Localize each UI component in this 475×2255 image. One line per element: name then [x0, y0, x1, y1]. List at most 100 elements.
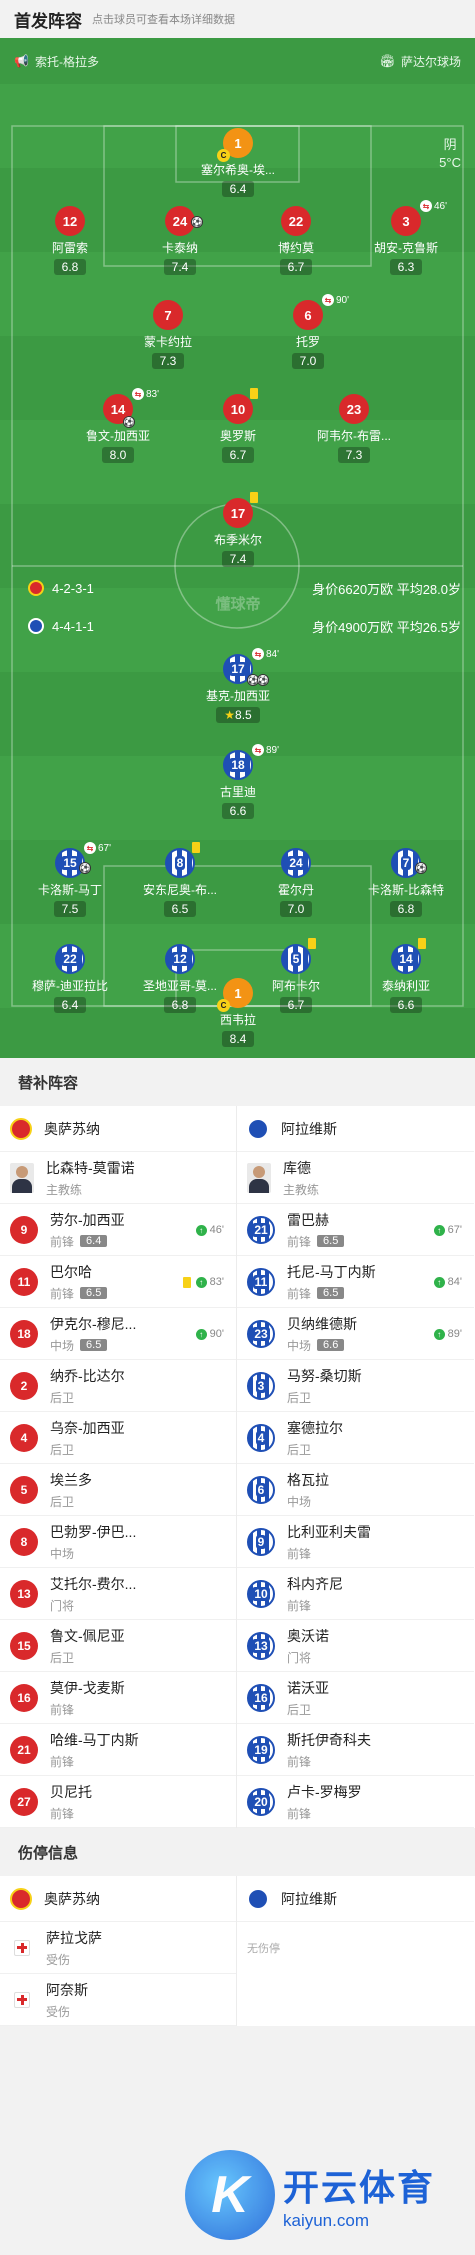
captain-badge: C [217, 149, 230, 162]
home-player[interactable]: 22 博约莫 6.7 [248, 206, 344, 276]
sub-player-row[interactable]: 18 伊克尔-穆尼... 中场 6.5 ↑ 90' [0, 1308, 236, 1360]
player-position: 前锋 [287, 1234, 312, 1249]
sub-player-row[interactable]: 9 比利亚利夫雷 前锋 [237, 1516, 474, 1568]
alaves-crest-icon [247, 1887, 269, 1910]
sub-player-row[interactable]: 16 诺沃亚 后卫 [237, 1672, 474, 1724]
sub-player-row[interactable]: 19 斯托伊奇科夫 前锋 [237, 1724, 474, 1776]
away-player[interactable]: 22 穆萨-迪亚拉比 6.4 [22, 944, 118, 1014]
sub-in-icon: ↑ [195, 1328, 207, 1340]
stadium-icon: 🏟 [379, 54, 395, 68]
sub-player-row[interactable]: 2 纳乔-比达尔 后卫 [0, 1360, 236, 1412]
shirt-number: 3 [247, 1371, 275, 1400]
yellow-card-icon [250, 388, 258, 399]
home-player[interactable]: 7 蒙卡约拉 7.3 [120, 300, 216, 370]
home-player[interactable]: 1C 塞尔希奥-埃... 6.4 [190, 128, 286, 198]
pitch: 📢 索托-格拉多 🏟 萨达尔球场 阴 5°C 1C 塞尔希奥-埃... 6.4 … [0, 38, 475, 1018]
player-position: 主教练 [46, 1182, 83, 1197]
injuries-title: 伤停信息 [0, 1828, 475, 1876]
away-formation-row: 4-4-1-1 身价4900万欧 平均26.5岁 [0, 614, 475, 638]
watermark-en: kaiyun.com [283, 2211, 369, 2230]
player-name: 比利亚利夫雷 [287, 1523, 371, 1540]
sub-player-row[interactable]: 6 格瓦拉 中场 [237, 1464, 474, 1516]
away-team-row[interactable]: 阿拉维斯 [237, 1106, 474, 1152]
away-player[interactable]: 7 ⚽ 卡洛斯-比森特 6.8 [358, 848, 454, 918]
player-name: 格瓦拉 [287, 1471, 329, 1488]
sub-player-row[interactable]: 8 巴勃罗-伊巴... 中场 [0, 1516, 236, 1568]
sub-player-row[interactable]: 15 鲁文-佩尼亚 后卫 [0, 1620, 236, 1672]
coach-row[interactable]: 库德 主教练 [237, 1152, 474, 1204]
player-name: 科内齐尼 [287, 1575, 343, 1592]
player-position: 前锋 [50, 1754, 75, 1769]
home-team-row[interactable]: 奥萨苏纳 [0, 1876, 236, 1922]
sub-out-icon: ⇆ [420, 200, 432, 212]
sub-player-row[interactable]: 16 莫伊-戈麦斯 前锋 [0, 1672, 236, 1724]
sub-player-row[interactable]: 27 贝尼托 前锋 [0, 1776, 236, 1828]
alaves-crest-icon [28, 618, 44, 634]
sub-player-row[interactable]: 21 雷巴赫 前锋 6.5 ↑ 67' [237, 1204, 474, 1256]
player-position: 前锋 [50, 1286, 75, 1301]
player-position: 中场 [287, 1338, 312, 1353]
lineup-title: 首发阵容 [14, 11, 82, 31]
away-player[interactable]: 17 ⚽ ⚽ ⇆ 84' 基克-加西亚 ★8.5 [190, 648, 286, 724]
yellow-card-icon [418, 938, 426, 949]
home-player[interactable]: 14 ⚽ ⇆ 83' 鲁文-加西亚 8.0 [70, 388, 166, 464]
player-rating: 6.6 [317, 1339, 345, 1351]
away-player[interactable]: 24 霍尔丹 7.0 [248, 848, 344, 918]
sub-event: ⇆ 90' [322, 294, 349, 306]
sub-in-event: ↑ 83' [182, 1276, 224, 1288]
injury-row[interactable]: 阿奈斯 受伤 [0, 1974, 236, 2026]
injury-row[interactable]: 萨拉戈萨 受伤 [0, 1922, 236, 1974]
sub-out-icon: ⇆ [84, 842, 96, 854]
away-player[interactable]: 14 泰纳利亚 6.6 [358, 938, 454, 1014]
shirt-number: 27 [10, 1787, 38, 1816]
sub-player-row[interactable]: 13 奥沃诺 门将 [237, 1620, 474, 1672]
weather-condition: 阴 [443, 137, 457, 152]
away-player[interactable]: 15 ⚽ ⇆ 67' 卡洛斯-马丁 7.5 [22, 842, 118, 918]
home-player[interactable]: 17 布季米尔 7.4 [190, 492, 286, 568]
home-team-row[interactable]: 奥萨苏纳 [0, 1106, 236, 1152]
home-player[interactable]: 12 阿雷索 6.8 [22, 206, 118, 276]
sub-player-row[interactable]: 20 卢卡-罗梅罗 前锋 [237, 1776, 474, 1828]
sub-in-event: ↑ 46' [195, 1224, 224, 1236]
yellow-card-icon [182, 1276, 191, 1288]
home-player[interactable]: 10 奥罗斯 6.7 [190, 388, 286, 464]
sub-player-row[interactable]: 21 哈维-马丁内斯 前锋 [0, 1724, 236, 1776]
sub-player-row[interactable]: 13 艾托尔-费尔... 门将 [0, 1568, 236, 1620]
sub-player-row[interactable]: 4 乌奈-加西亚 后卫 [0, 1412, 236, 1464]
sub-in-icon: ↑ [433, 1276, 445, 1288]
sub-out-icon: ⇆ [132, 388, 144, 400]
star-icon: ★ [224, 708, 236, 722]
player-position: 主教练 [283, 1182, 320, 1197]
player-position: 前锋 [50, 1234, 75, 1249]
sub-out-icon: ⇆ [252, 744, 264, 756]
shirt-number: 5 [10, 1475, 38, 1504]
sub-out-icon: ⇆ [322, 294, 334, 306]
kaiyun-logo-icon: K [185, 2150, 275, 2240]
home-player[interactable]: 3 ⇆ 46' 胡安-克鲁斯 6.3 [358, 200, 454, 276]
shirt-number: 11 [247, 1267, 275, 1296]
shirt-number: 8 [10, 1527, 38, 1556]
away-player[interactable]: 18 ⇆ 89' 古里迪 6.6 [190, 744, 286, 820]
sub-player-row[interactable]: 9 劳尔-加西亚 前锋 6.4 ↑ 46' [0, 1204, 236, 1256]
ball-icon: ⚽ [415, 862, 427, 874]
sub-player-row[interactable]: 23 贝纳维德斯 中场 6.6 ↑ 89' [237, 1308, 474, 1360]
sub-player-row[interactable]: 11 巴尔哈 前锋 6.5 ↑ 83' [0, 1256, 236, 1308]
away-player[interactable]: 1C 西韦拉 8.4 [190, 978, 286, 1048]
home-player[interactable]: 23 阿韦尔-布雷... 7.3 [306, 394, 402, 464]
shirt-number: 16 [10, 1683, 38, 1712]
stadium: 🏟 萨达尔球场 [380, 53, 461, 70]
sub-player-row[interactable]: 11 托尼-马丁内斯 前锋 6.5 ↑ 84' [237, 1256, 474, 1308]
sub-player-row[interactable]: 5 埃兰多 后卫 [0, 1464, 236, 1516]
shirt-number: 10 [247, 1579, 275, 1608]
away-player[interactable]: 8 安东尼奥-布... 6.5 [132, 842, 228, 918]
sub-player-row[interactable]: 3 马努-桑切斯 后卫 [237, 1360, 474, 1412]
player-name: 库德 [283, 1159, 311, 1176]
no-injuries-text: 无伤停 [247, 1943, 280, 1955]
sub-player-row[interactable]: 10 科内齐尼 前锋 [237, 1568, 474, 1620]
coach-row[interactable]: 比森特-莫雷诺 主教练 [0, 1152, 236, 1204]
home-player[interactable]: 24 ⚽ 卡泰纳 7.4 [132, 206, 228, 276]
player-name: 巴勃罗-伊巴... [50, 1523, 137, 1540]
home-player[interactable]: 6 ⇆ 90' 托罗 7.0 [260, 294, 356, 370]
sub-player-row[interactable]: 4 塞德拉尔 后卫 [237, 1412, 474, 1464]
away-team-row[interactable]: 阿拉维斯 [237, 1876, 474, 1922]
